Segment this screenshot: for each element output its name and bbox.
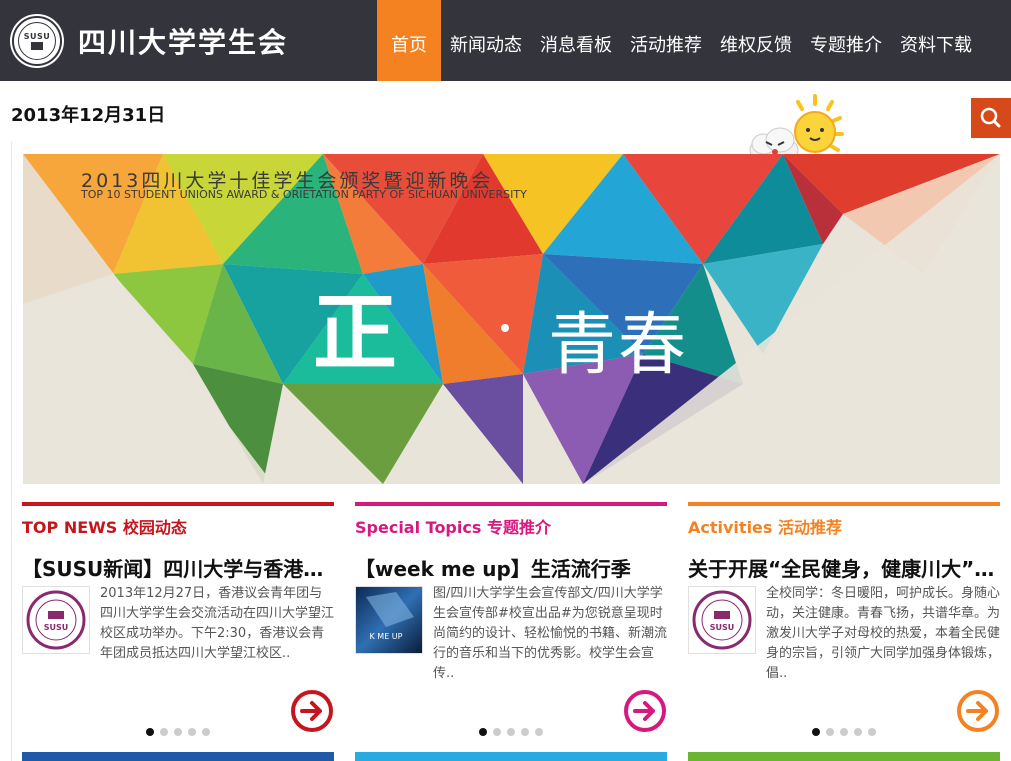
main-nav: 首页 新闻动态 消息看板 活动推荐 维权反馈 专题推介 资料下载 bbox=[377, 0, 981, 81]
card-excerpt: 2013年12月27日，香港议会青年团与四川大学学生会交流活动在四川大学望江校区… bbox=[100, 586, 335, 661]
nav-item-news[interactable]: 新闻动态 bbox=[441, 0, 531, 81]
nav-item-board[interactable]: 消息看板 bbox=[531, 0, 621, 81]
banner-subtitle: TOP 10 STUDENT UNIONS AWARD & ORIETATION… bbox=[81, 188, 527, 201]
svg-text:K ME UP: K ME UP bbox=[370, 632, 403, 641]
next-section-bar bbox=[688, 752, 1000, 761]
banner-big-text: 青春 bbox=[548, 306, 689, 385]
card-pagination bbox=[812, 728, 876, 736]
pagination-dot[interactable] bbox=[868, 728, 876, 736]
pagination-dot[interactable] bbox=[479, 728, 487, 736]
card-category[interactable]: Activities 活动推荐 bbox=[688, 514, 842, 538]
card-category[interactable]: TOP NEWS 校园动态 bbox=[22, 514, 187, 538]
nav-item-home[interactable]: 首页 bbox=[377, 0, 441, 81]
card-activities: Activities 活动推荐 关于开展“全民健身，健康川大”活动的通知 SUS… bbox=[688, 502, 1000, 742]
banner-dot bbox=[501, 324, 509, 332]
card-headline[interactable]: 【SUSU新闻】四川大学与香港议会青年团交流 bbox=[22, 553, 334, 582]
pagination-dot[interactable] bbox=[507, 728, 515, 736]
pagination-dot[interactable] bbox=[174, 728, 182, 736]
banner-graphic bbox=[23, 154, 1000, 484]
next-section-bar bbox=[22, 752, 334, 761]
banner-carousel[interactable]: 2013四川大学十佳学生会颁奖暨迎新晚会 TOP 10 STUDENT UNIO… bbox=[23, 154, 1000, 484]
card-top-news: TOP NEWS 校园动态 【SUSU新闻】四川大学与香港议会青年团交流 SUS… bbox=[22, 502, 334, 742]
nav-item-topics[interactable]: 专题推介 bbox=[801, 0, 891, 81]
arrow-right-icon[interactable] bbox=[623, 689, 667, 733]
card-headline[interactable]: 【week me up】生活流行季 bbox=[355, 553, 667, 582]
topic-thumbnail[interactable]: K ME UP bbox=[355, 586, 423, 654]
nav-item-activities[interactable]: 活动推荐 bbox=[621, 0, 711, 81]
nav-item-rights[interactable]: 维权反馈 bbox=[711, 0, 801, 81]
pagination-dot[interactable] bbox=[854, 728, 862, 736]
card-headline[interactable]: 关于开展“全民健身，健康川大”活动的通知 bbox=[688, 553, 1000, 582]
card-accent-bar bbox=[688, 502, 1000, 506]
card-accent-bar bbox=[355, 502, 667, 506]
next-section-bar bbox=[355, 752, 667, 761]
current-date: 2013年12月31日 bbox=[11, 105, 166, 126]
pagination-dot[interactable] bbox=[812, 728, 820, 736]
card-special-topics: Special Topics 专题推介 【week me up】生活流行季 K … bbox=[355, 502, 667, 742]
susu-logo-icon[interactable]: SUSU bbox=[12, 16, 62, 66]
svg-text:SUSU: SUSU bbox=[44, 623, 69, 632]
card-pagination bbox=[146, 728, 210, 736]
search-button[interactable] bbox=[971, 98, 1011, 138]
arrow-right-icon[interactable] bbox=[290, 689, 334, 733]
card-pagination bbox=[479, 728, 543, 736]
susu-logo-icon[interactable]: SUSU bbox=[22, 586, 90, 654]
nav-item-downloads[interactable]: 资料下载 bbox=[891, 0, 981, 81]
pagination-dot[interactable] bbox=[826, 728, 834, 736]
card-accent-bar bbox=[22, 502, 334, 506]
pagination-dot[interactable] bbox=[202, 728, 210, 736]
pagination-dot[interactable] bbox=[188, 728, 196, 736]
card-category[interactable]: Special Topics 专题推介 bbox=[355, 514, 551, 538]
arrow-right-icon[interactable] bbox=[956, 689, 1000, 733]
card-excerpt: 全校同学：冬日暖阳，呵护成长。身随心动，关注健康。青春飞扬，共谱华章。为激发川大… bbox=[766, 586, 1001, 681]
svg-text:SUSU: SUSU bbox=[710, 623, 735, 632]
site-header: SUSU 四川大学学生会 首页 新闻动态 消息看板 活动推荐 维权反馈 专题推介… bbox=[0, 0, 1011, 81]
search-icon bbox=[980, 107, 1001, 128]
pagination-dot[interactable] bbox=[535, 728, 543, 736]
susu-logo-icon[interactable]: SUSU bbox=[688, 586, 756, 654]
banner-big-char: 正 bbox=[313, 283, 398, 382]
pagination-dot[interactable] bbox=[840, 728, 848, 736]
site-title[interactable]: 四川大学学生会 bbox=[78, 21, 288, 61]
card-excerpt: 图/四川大学学生会宣传部文/四川大学学生会宣传部#校宣出品#为您锐意呈现时尚简约… bbox=[433, 586, 668, 681]
pagination-dot[interactable] bbox=[521, 728, 529, 736]
pagination-dot[interactable] bbox=[160, 728, 168, 736]
pagination-dot[interactable] bbox=[493, 728, 501, 736]
pagination-dot[interactable] bbox=[146, 728, 154, 736]
